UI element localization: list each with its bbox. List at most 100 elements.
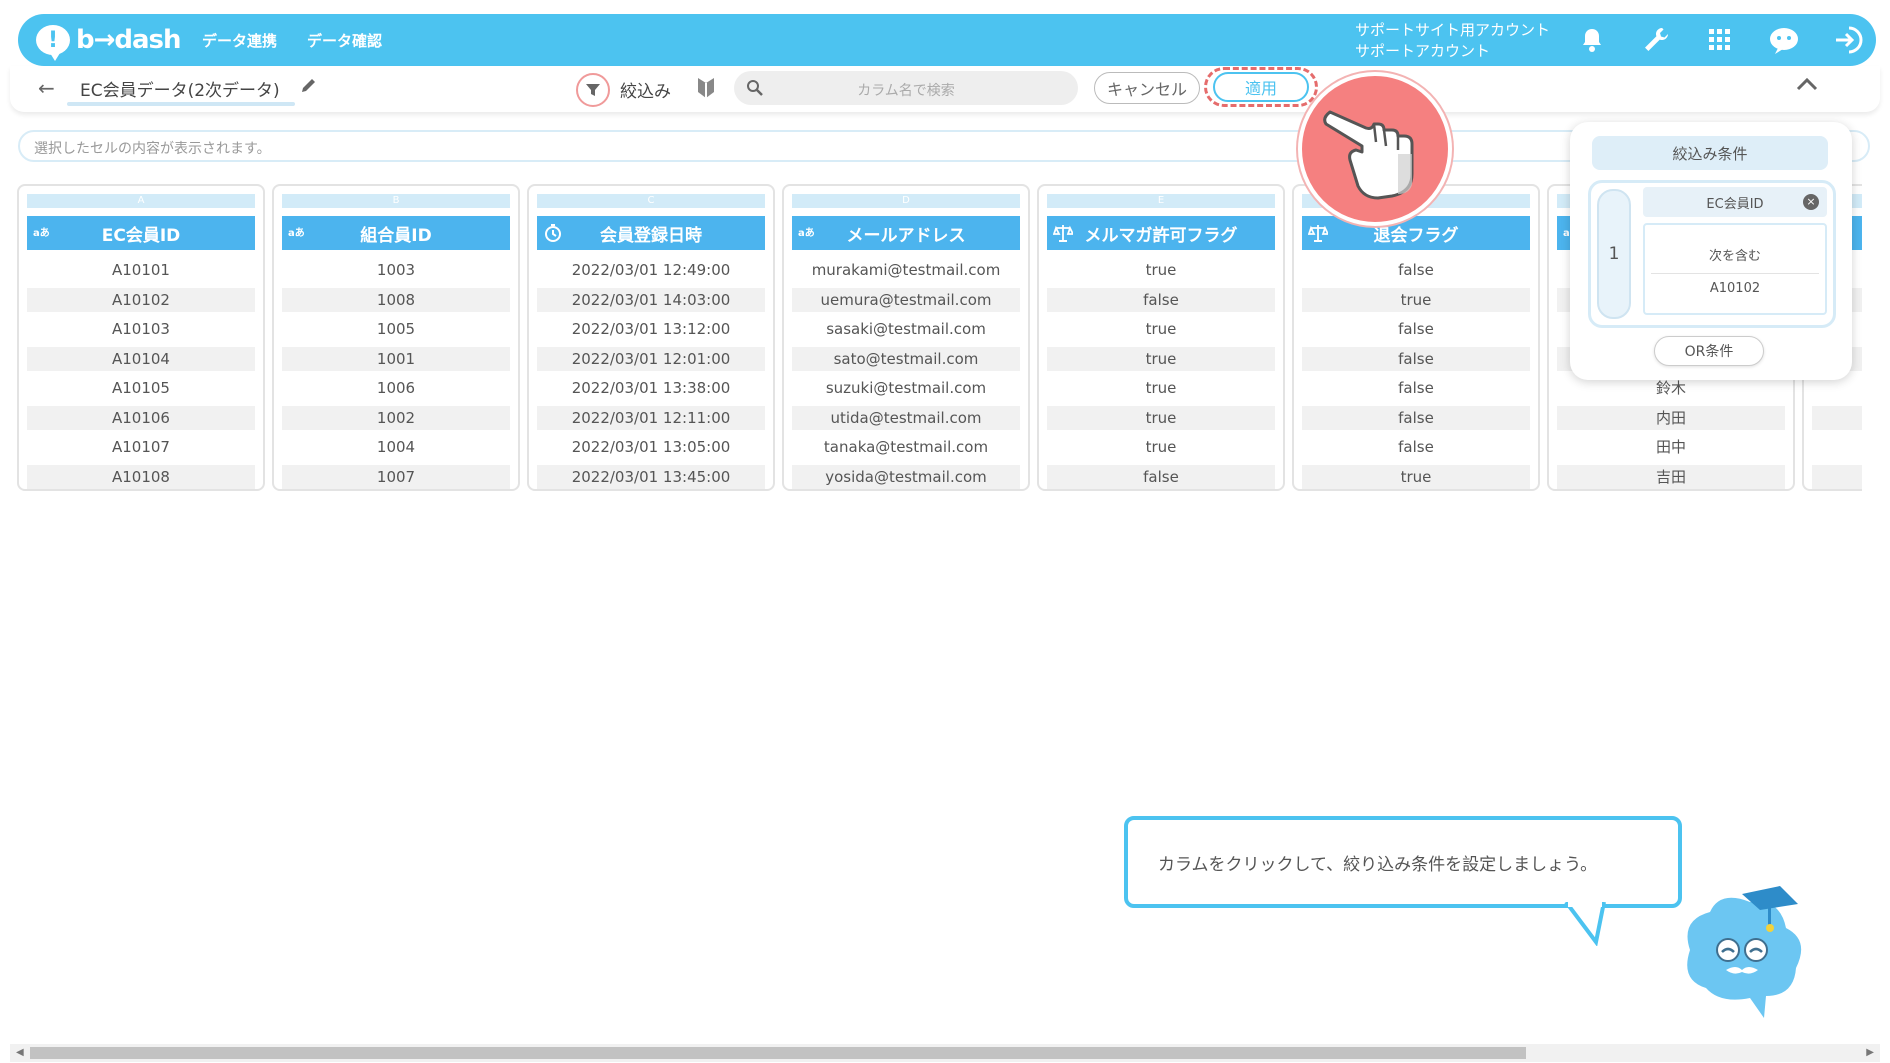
column-card-e[interactable]: E メルマガ許可フラグ true false true true true tr…	[1037, 184, 1285, 491]
table-cell[interactable]: 2022/03/01 13:38:00	[537, 376, 765, 400]
table-cell[interactable]: 1006	[282, 376, 510, 400]
table-cell[interactable]: false	[1302, 405, 1530, 430]
table-cell[interactable]: A10105	[27, 376, 255, 400]
clock-type-icon	[543, 223, 563, 248]
bell-icon[interactable]	[1574, 24, 1610, 56]
table-cell[interactable]: 内田	[1557, 405, 1785, 430]
filter-value[interactable]: A10102	[1651, 273, 1819, 304]
table-cell[interactable]: suzuki@testmail.com	[792, 376, 1020, 400]
table-cell[interactable]: false	[1302, 346, 1530, 371]
column-header[interactable]: aあ EC会員ID	[27, 216, 255, 250]
table-cell[interactable]: tanaka@testmail.com	[792, 435, 1020, 459]
or-condition-button[interactable]: OR条件	[1654, 336, 1764, 366]
filter-panel-title: 絞込み条件	[1592, 136, 1828, 170]
account-info[interactable]: サポートサイト用アカウント サポートアカウント	[1355, 20, 1550, 62]
column-header[interactable]: メルマガ許可フラグ	[1047, 216, 1275, 250]
table-cell[interactable]: 吉田	[1557, 464, 1785, 489]
table-cell[interactable]	[1812, 435, 1862, 459]
table-cell[interactable]: 2022/03/01 14:03:00	[537, 287, 765, 312]
grid-icon[interactable]	[1702, 24, 1738, 56]
horizontal-scrollbar[interactable]: ◀ ▶	[10, 1044, 1880, 1062]
table-cell[interactable]: murakami@testmail.com	[792, 258, 1020, 282]
pencil-icon[interactable]	[300, 76, 318, 98]
column-search-input[interactable]: カラム名で検索	[734, 71, 1078, 105]
nav-data-check[interactable]: データ確認	[307, 30, 382, 51]
table-cell[interactable]: false	[1302, 317, 1530, 341]
table-cell[interactable]: 2022/03/01 12:01:00	[537, 346, 765, 371]
table-cell[interactable]: 2022/03/01 12:49:00	[537, 258, 765, 282]
table-cell[interactable]: A10106	[27, 405, 255, 430]
scroll-right-arrow-icon[interactable]: ▶	[1866, 1047, 1874, 1058]
collapse-caret-icon[interactable]	[1796, 76, 1818, 95]
table-cell[interactable]: false	[1302, 376, 1530, 400]
table-cell[interactable]: true	[1302, 464, 1530, 489]
column-header[interactable]: aあ メールアドレス	[792, 216, 1020, 250]
table-cell[interactable]: 2022/03/01 12:11:00	[537, 405, 765, 430]
table-cell[interactable]: 1005	[282, 317, 510, 341]
table-cell[interactable]: true	[1047, 258, 1275, 282]
cancel-button[interactable]: キャンセル	[1094, 72, 1200, 104]
table-cell[interactable]: utida@testmail.com	[792, 405, 1020, 430]
column-card-c[interactable]: C 会員登録日時 2022/03/01 12:49:00 2022/03/01 …	[527, 184, 775, 491]
table-cell[interactable]: false	[1302, 435, 1530, 459]
apply-button[interactable]: 適用	[1213, 72, 1309, 102]
table-cell[interactable]: true	[1047, 346, 1275, 371]
table-cell[interactable]: 1004	[282, 435, 510, 459]
table-cell[interactable]: uemura@testmail.com	[792, 287, 1020, 312]
table-cell[interactable]: false	[1302, 258, 1530, 282]
table-cell[interactable]: A10101	[27, 258, 255, 282]
column-header[interactable]: 会員登録日時	[537, 216, 765, 250]
back-arrow-icon[interactable]: ←	[38, 76, 55, 100]
table-cell[interactable]: 2022/03/01 13:12:00	[537, 317, 765, 341]
table-cell[interactable]: A10103	[27, 317, 255, 341]
table-cell[interactable]: yosida@testmail.com	[792, 464, 1020, 489]
table-cell[interactable]: 1001	[282, 346, 510, 371]
scroll-left-arrow-icon[interactable]: ◀	[16, 1047, 24, 1058]
table-cell[interactable]: true	[1302, 287, 1530, 312]
table-cell[interactable]: 1008	[282, 287, 510, 312]
table-cell[interactable]: A10102	[27, 287, 255, 312]
table-cell[interactable]: false	[1047, 464, 1275, 489]
column-cells: 2022/03/01 12:49:00 2022/03/01 14:03:00 …	[537, 258, 765, 489]
table-cell[interactable]: true	[1047, 435, 1275, 459]
table-cell[interactable]: true	[1047, 376, 1275, 400]
table-cell[interactable]: sasaki@testmail.com	[792, 317, 1020, 341]
pointing-hand-icon	[1298, 72, 1452, 226]
table-cell[interactable]: 1007	[282, 464, 510, 489]
table-cell[interactable]: true	[1047, 317, 1275, 341]
table-cell[interactable]	[1812, 464, 1862, 489]
column-cells: false true false false false false false…	[1302, 258, 1530, 489]
mascot-character-icon	[1687, 886, 1802, 1018]
chat-icon[interactable]	[1766, 24, 1802, 56]
column-header[interactable]: aあ 組合員ID	[282, 216, 510, 250]
filter-column-name[interactable]: EC会員ID ×	[1643, 187, 1827, 217]
table-cell[interactable]: sato@testmail.com	[792, 346, 1020, 371]
column-card-f[interactable]: F 退会フラグ false true false false false fal…	[1292, 184, 1540, 491]
b-dash-logo[interactable]: ! b→dash	[36, 22, 182, 61]
table-cell[interactable]: 2022/03/01 13:05:00	[537, 435, 765, 459]
column-card-a[interactable]: A aあ EC会員ID A10101 A10102 A10103 A10104 …	[17, 184, 265, 491]
column-card-d[interactable]: D aあ メールアドレス murakami@testmail.com uemur…	[782, 184, 1030, 491]
nav-data-integration[interactable]: データ連携	[202, 30, 277, 51]
filter-icon[interactable]	[576, 73, 610, 107]
filter-label[interactable]: 絞込み	[620, 77, 671, 102]
logout-icon[interactable]	[1830, 24, 1866, 56]
column-card-b[interactable]: B aあ 組合員ID 1003 1008 1005 1001 1006 1002…	[272, 184, 520, 491]
table-cell[interactable]: 2022/03/01 13:45:00	[537, 464, 765, 489]
filter-condition-box[interactable]: 次を含む A10102	[1643, 223, 1827, 315]
table-cell[interactable]: false	[1047, 287, 1275, 312]
table-cell[interactable]: A10108	[27, 464, 255, 489]
table-cell[interactable]: 1003	[282, 258, 510, 282]
table-cell[interactable]	[1812, 405, 1862, 430]
wrench-icon[interactable]	[1638, 24, 1674, 56]
table-cell[interactable]: A10107	[27, 435, 255, 459]
table-cell[interactable]: A10104	[27, 346, 255, 371]
remove-condition-icon[interactable]: ×	[1803, 194, 1819, 210]
beginner-mark-icon[interactable]	[696, 76, 716, 104]
scrollbar-thumb[interactable]	[30, 1047, 1526, 1059]
table-cell[interactable]: 田中	[1557, 435, 1785, 459]
filter-operator[interactable]: 次を含む	[1645, 245, 1825, 264]
table-cell[interactable]: true	[1047, 405, 1275, 430]
title-underline	[67, 102, 295, 106]
table-cell[interactable]: 1002	[282, 405, 510, 430]
